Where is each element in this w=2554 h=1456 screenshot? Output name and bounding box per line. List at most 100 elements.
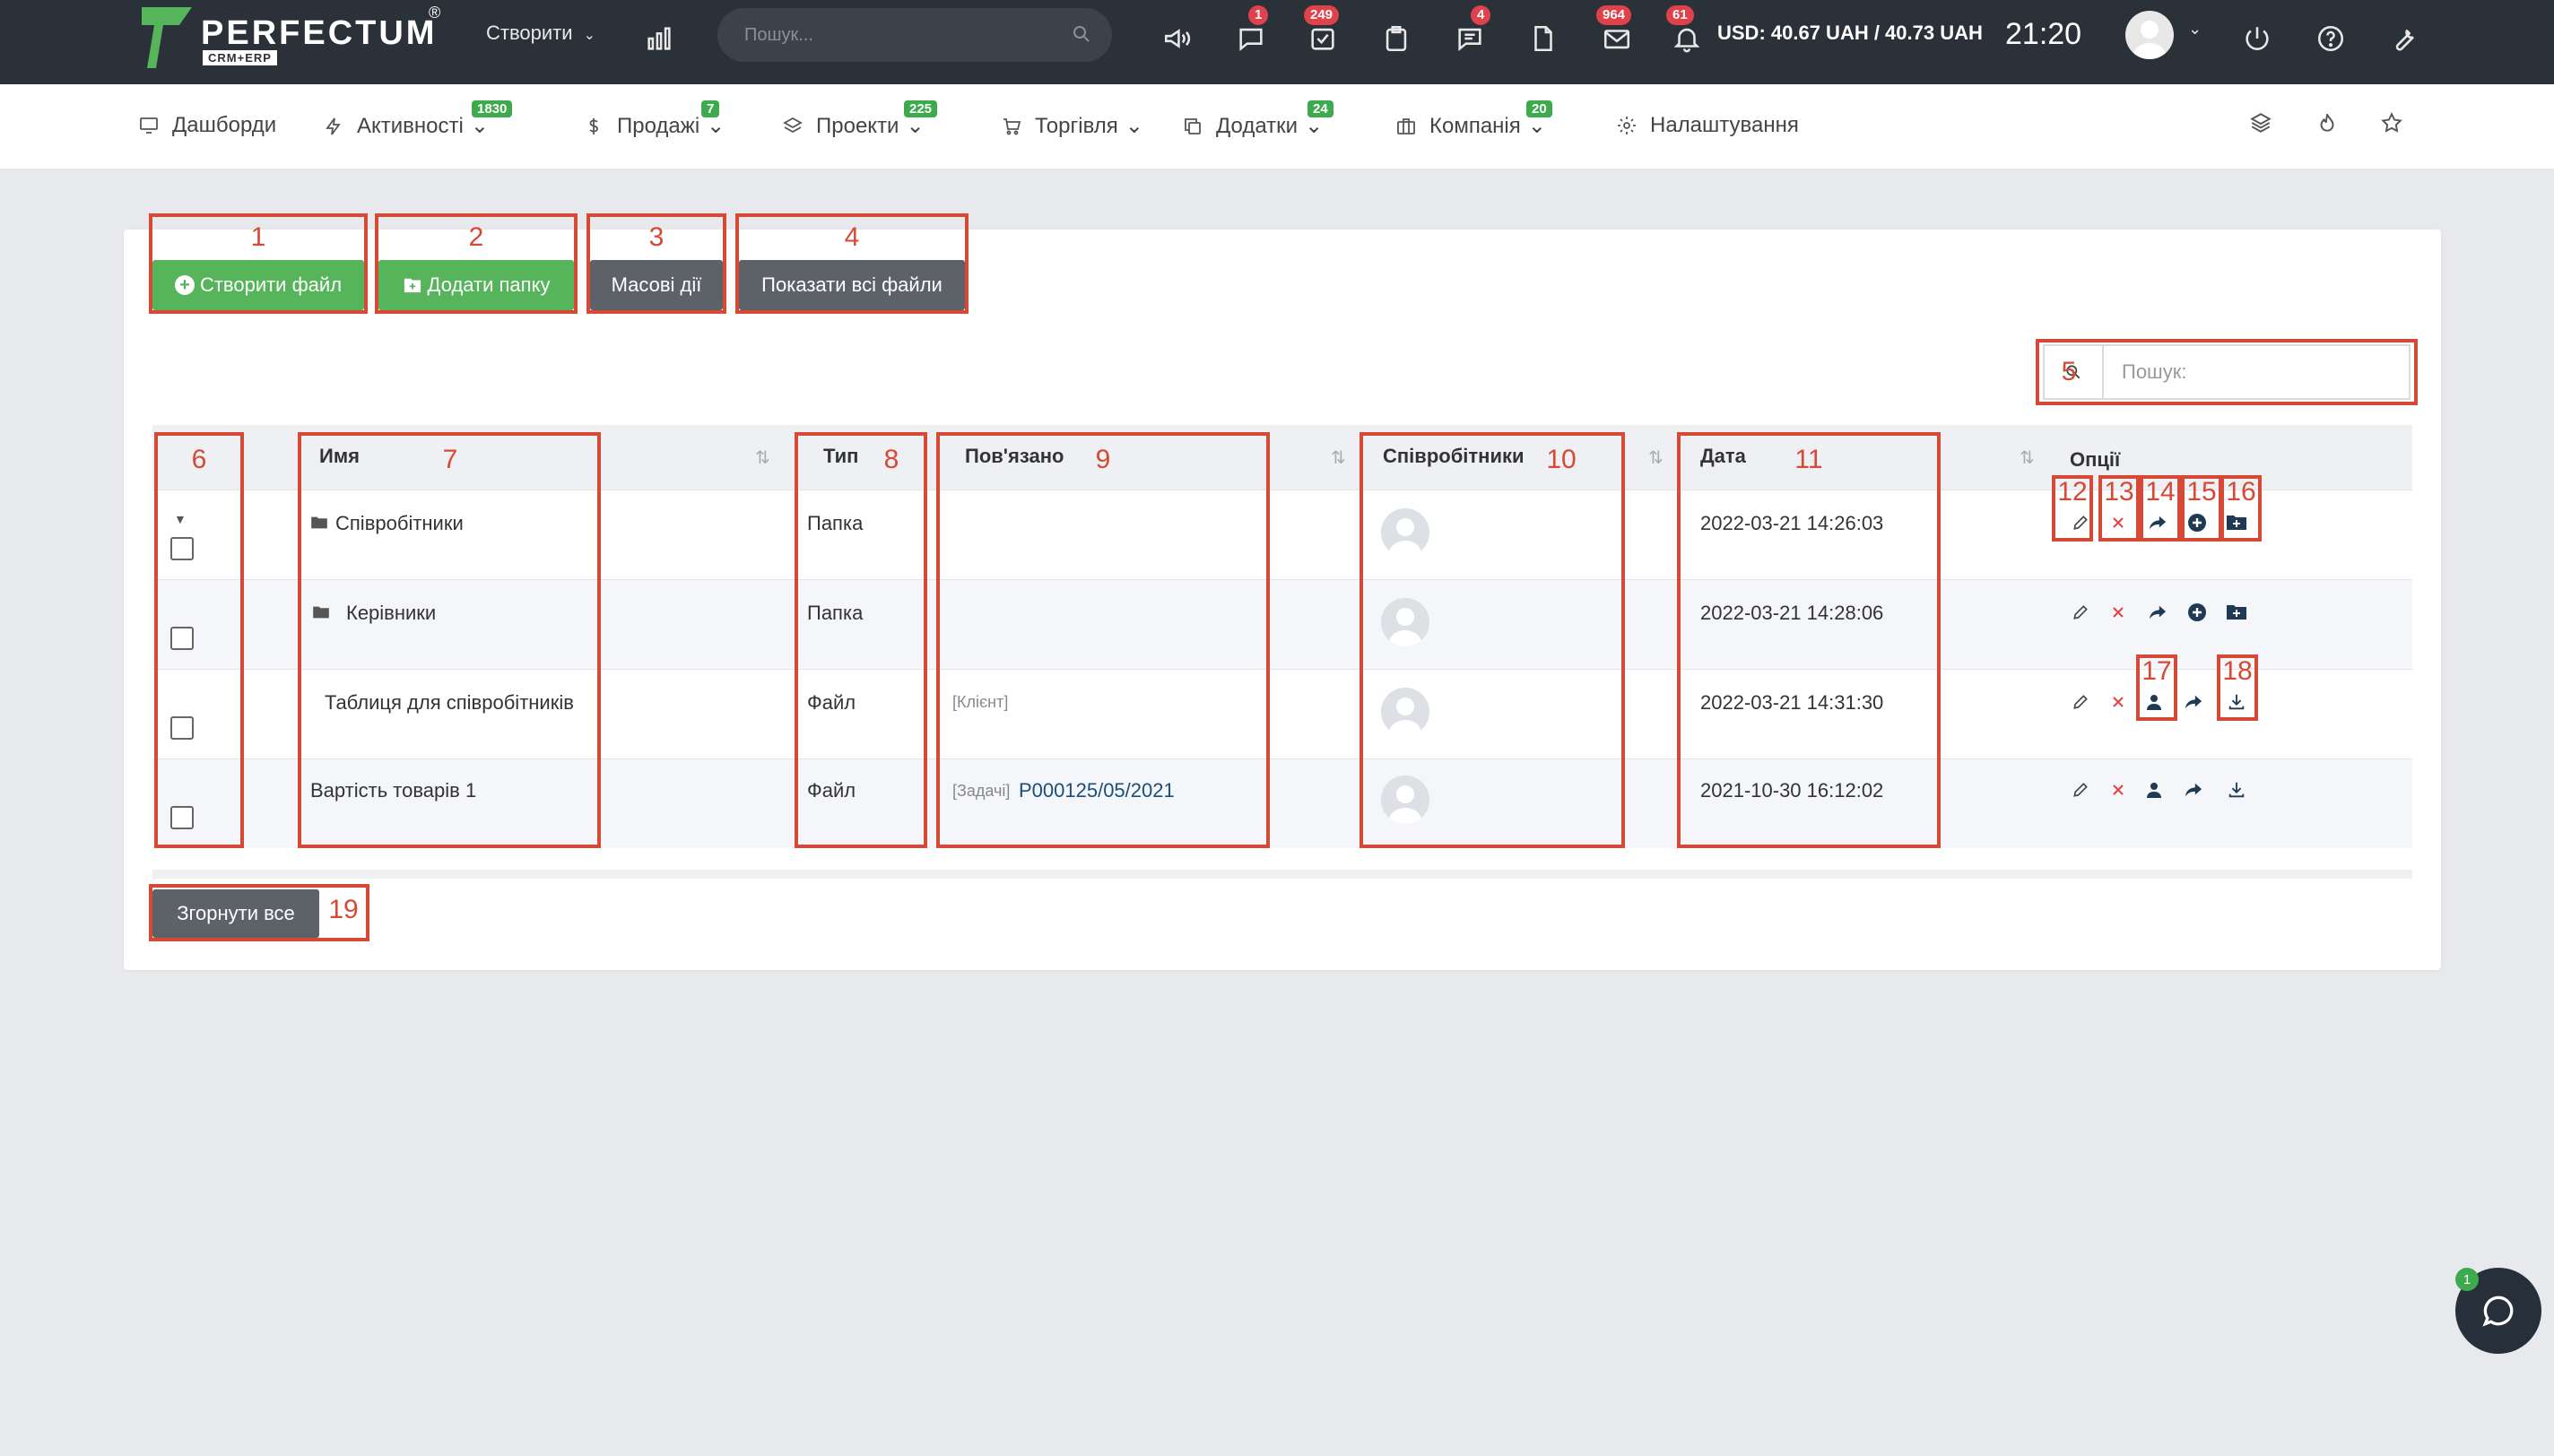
bolt-icon bbox=[326, 117, 341, 135]
nav-item-label: Налаштування bbox=[1650, 113, 1799, 137]
nav-item-label: Активності bbox=[357, 113, 464, 138]
edit-icon[interactable] bbox=[2068, 600, 2093, 625]
nav-item-activities[interactable]: Активності 1830 ⌄ bbox=[323, 100, 513, 139]
chat-button[interactable]: 1 bbox=[1230, 5, 1272, 59]
user-avatar[interactable] bbox=[2125, 11, 2174, 59]
sort-icon[interactable]: ⇅ bbox=[1331, 446, 1346, 469]
announcements-button[interactable] bbox=[1157, 18, 1198, 59]
annotation-label: 11 bbox=[1794, 445, 1823, 474]
chat-bubble-icon bbox=[1239, 28, 1263, 51]
folder-plus-icon[interactable] bbox=[2224, 600, 2249, 625]
create-menu[interactable]: Створити ⌄ bbox=[486, 22, 595, 45]
nav-badge: 1830 bbox=[472, 100, 513, 117]
bell-icon bbox=[1673, 28, 1700, 53]
logo-subtitle: CRM+ERP bbox=[203, 50, 277, 65]
add-circle-icon[interactable] bbox=[2185, 600, 2210, 625]
nav-badge: 7 bbox=[701, 100, 720, 117]
favorites-button[interactable] bbox=[2380, 111, 2403, 139]
chat-bubble-icon bbox=[2482, 1296, 2514, 1327]
share-icon[interactable] bbox=[2145, 600, 2170, 625]
chat-badge: 1 bbox=[1248, 5, 1269, 25]
global-search-input[interactable] bbox=[744, 19, 1049, 51]
layers-button[interactable] bbox=[2249, 111, 2272, 139]
megaphone-icon bbox=[1164, 29, 1191, 48]
annotation-box bbox=[298, 432, 601, 848]
sort-icon[interactable]: ⇅ bbox=[2020, 446, 2035, 469]
nav-item-projects[interactable]: Проекти 225 ⌄ bbox=[782, 100, 938, 139]
nav-item-label: Компанія bbox=[1429, 113, 1521, 138]
nav-item-company[interactable]: Компанія 20 ⌄ bbox=[1395, 100, 1552, 139]
user-menu-chevron-icon[interactable]: ⌄ bbox=[2188, 20, 2202, 39]
annotation-label: 19 bbox=[328, 895, 359, 924]
annotation-label: 8 bbox=[883, 445, 899, 474]
nav-item-settings[interactable]: Налаштування bbox=[1616, 113, 1799, 138]
layers-icon bbox=[783, 117, 803, 133]
delete-icon[interactable] bbox=[2106, 777, 2131, 802]
annotation-label: 14 bbox=[2145, 477, 2176, 507]
nav-badge: 225 bbox=[904, 100, 938, 117]
annotation-label: 4 bbox=[844, 222, 860, 252]
annotation-label: 13 bbox=[2104, 477, 2134, 507]
message-icon bbox=[1458, 28, 1481, 51]
help-button[interactable] bbox=[2310, 18, 2351, 59]
search-icon bbox=[1073, 26, 1090, 42]
hot-button[interactable] bbox=[2315, 111, 2339, 139]
logo-mark-icon bbox=[142, 7, 192, 68]
tasks-badge: 249 bbox=[1304, 5, 1340, 25]
edit-icon[interactable] bbox=[2068, 689, 2093, 715]
briefcase-icon bbox=[1397, 117, 1415, 134]
cart-icon bbox=[1003, 117, 1021, 134]
nav-badge: 20 bbox=[1526, 100, 1552, 117]
gear-icon bbox=[1618, 117, 1636, 134]
nav-item-label: Проекти bbox=[816, 113, 899, 138]
stats-button[interactable] bbox=[638, 18, 680, 59]
nav-item-addons[interactable]: Додатки 24 ⌄ bbox=[1182, 100, 1333, 139]
download-icon[interactable] bbox=[2224, 777, 2249, 802]
delete-icon[interactable] bbox=[2106, 689, 2131, 715]
notifications-button[interactable]: 61 bbox=[1666, 5, 1707, 59]
delete-icon[interactable] bbox=[2106, 600, 2131, 625]
share-icon[interactable] bbox=[2181, 689, 2206, 715]
nav-item-sales[interactable]: Продажі 7 ⌄ bbox=[583, 100, 725, 139]
chevron-down-icon: ⌄ bbox=[1125, 114, 1143, 138]
messages-button[interactable]: 4 bbox=[1449, 5, 1491, 59]
main-nav: Дашборди Активності 1830 ⌄ Продажі 7 ⌄ П… bbox=[0, 84, 2554, 169]
global-search[interactable] bbox=[717, 8, 1112, 62]
annotation-label: 1 bbox=[250, 222, 266, 252]
currency-rate: USD: 40.67 UAH / 40.73 UAH bbox=[1717, 22, 1983, 44]
clipboard-button[interactable] bbox=[1376, 18, 1417, 59]
top-bar: PERFECTUM ® CRM+ERP Створити ⌄ 1 249 4 9… bbox=[0, 0, 2554, 84]
tasks-button[interactable]: 249 bbox=[1302, 5, 1343, 59]
annotation-label: 7 bbox=[442, 445, 458, 474]
nav-item-trade[interactable]: Торгівля ⌄ bbox=[1001, 113, 1143, 139]
dollar-icon bbox=[589, 117, 598, 134]
annotation-label: 10 bbox=[1546, 445, 1577, 474]
logo[interactable]: PERFECTUM ® CRM+ERP bbox=[140, 4, 445, 70]
documents-button[interactable] bbox=[1523, 18, 1564, 59]
edit-icon[interactable] bbox=[2068, 777, 2093, 802]
mail-button[interactable]: 964 bbox=[1596, 5, 1638, 59]
assign-user-icon[interactable] bbox=[2141, 777, 2167, 802]
sort-icon[interactable]: ⇅ bbox=[1648, 446, 1664, 469]
share-icon[interactable] bbox=[2181, 777, 2206, 802]
help-icon bbox=[2317, 25, 2344, 52]
annotation-box bbox=[936, 432, 1270, 848]
user-silhouette-icon bbox=[2133, 21, 2166, 59]
chat-widget-badge: 1 bbox=[2455, 1268, 2479, 1291]
clock: 21:20 bbox=[2005, 17, 2082, 51]
nav-item-label: Дашборди bbox=[172, 113, 277, 137]
envelope-icon bbox=[1603, 30, 1630, 49]
annotation-label: 16 bbox=[2226, 477, 2256, 507]
nav-item-dashboards[interactable]: Дашборди bbox=[138, 113, 276, 138]
logo-registered-mark: ® bbox=[429, 4, 441, 22]
logo-text: PERFECTUM bbox=[201, 14, 438, 52]
power-icon bbox=[2246, 27, 2269, 50]
annotation-label: 2 bbox=[468, 222, 484, 252]
messages-badge: 4 bbox=[1471, 5, 1491, 25]
document-icon bbox=[1534, 25, 1552, 52]
logout-button[interactable] bbox=[2237, 18, 2278, 59]
checkbox-icon bbox=[1311, 28, 1334, 50]
sort-icon[interactable]: ⇅ bbox=[755, 446, 770, 469]
settings-wrench-button[interactable] bbox=[2384, 18, 2425, 59]
copy-icon bbox=[1185, 117, 1201, 134]
